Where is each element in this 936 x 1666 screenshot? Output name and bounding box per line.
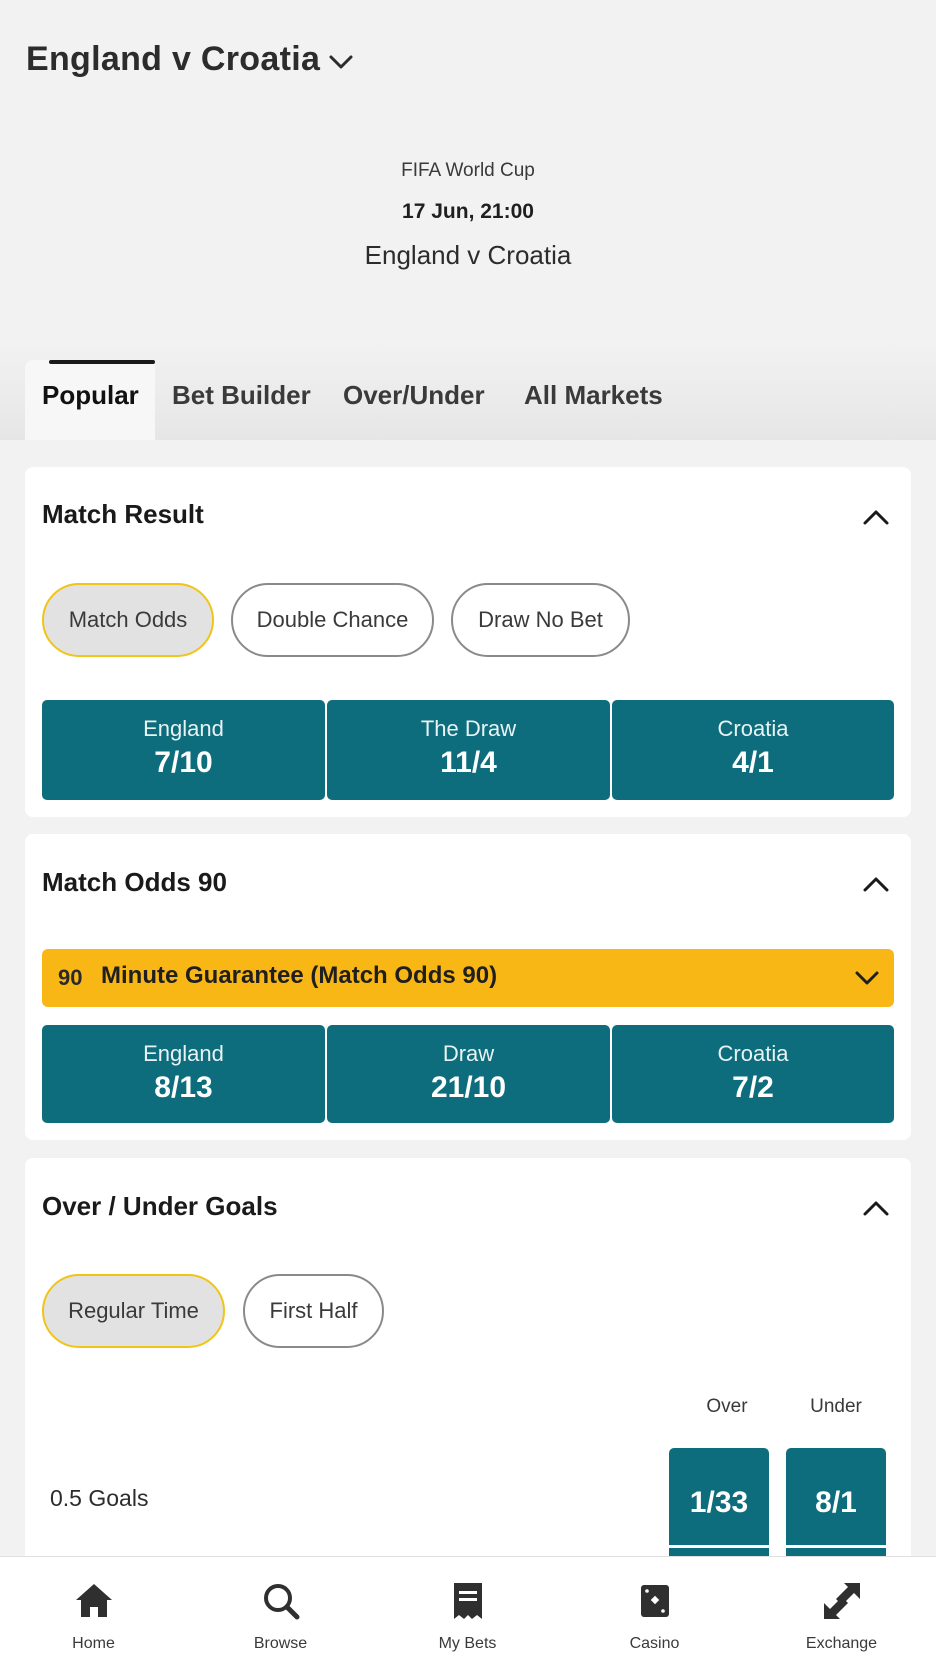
odds-button-england[interactable]: England 7/10 [42, 700, 325, 800]
nav-home[interactable]: Home [0, 1557, 187, 1666]
market-tabs: Popular Bet Builder Over/Under All Marke… [0, 340, 936, 440]
match-title[interactable]: England v Croatia [26, 40, 320, 79]
top-bar: England v Croatia [0, 0, 936, 120]
chevron-down-icon [855, 971, 879, 985]
column-header-under: Under [810, 1396, 862, 1417]
fixture-name: England v Croatia [364, 240, 572, 270]
nav-label: My Bets [438, 1635, 497, 1652]
selection-odds: 8/13 [154, 1071, 213, 1104]
selection-odds: 11/4 [440, 746, 497, 779]
active-tab-indicator [49, 360, 155, 364]
over-odds: 1/33 [689, 1486, 749, 1519]
match-odds-90-card: Match Odds 90 90 Minute Guarantee (Match… [25, 834, 911, 1140]
selection-name: England [143, 716, 224, 741]
selection-odds: 4/1 [732, 746, 774, 779]
button-divider [669, 1545, 769, 1548]
tab-all-markets[interactable]: All Markets [524, 380, 663, 411]
kickoff-time: 17 Jun, 21:00 [402, 200, 534, 223]
selection-odds: 7/2 [732, 1071, 774, 1104]
nav-label: Exchange [805, 1635, 878, 1652]
search-icon [264, 1584, 300, 1620]
nav-my-bets[interactable]: My Bets [374, 1557, 561, 1666]
selection-odds: 21/10 [430, 1071, 507, 1104]
odds-button-croatia[interactable]: Croatia 4/1 [612, 700, 894, 800]
odds-button-draw[interactable]: Draw 21/10 [327, 1025, 610, 1123]
over-odds-button[interactable]: 1/33 [669, 1448, 769, 1558]
tab-over-under[interactable]: Over/Under [343, 380, 485, 411]
filter-match-odds[interactable]: Match Odds [42, 583, 214, 657]
bottom-navigation: Home Browse My Bets Casino Exchange [0, 1556, 936, 1666]
bet-slip-icon [454, 1583, 482, 1619]
under-odds-button[interactable]: 8/1 [786, 1448, 886, 1558]
filter-first-half[interactable]: First Half [243, 1274, 384, 1348]
filter-regular-time[interactable]: Regular Time [42, 1274, 225, 1348]
chevron-up-icon[interactable] [861, 1198, 891, 1218]
exchange-icon [824, 1583, 860, 1619]
nav-browse[interactable]: Browse [187, 1557, 374, 1666]
home-icon [76, 1584, 112, 1617]
guarantee-text: Minute Guarantee (Match Odds 90) [101, 962, 498, 989]
card-title: Over / Under Goals [42, 1191, 278, 1221]
over-under-card: Over / Under Goals Regular Time First Ha… [25, 1158, 911, 1558]
nav-label: Home [72, 1635, 115, 1652]
nav-label: Browse [253, 1635, 308, 1652]
nav-casino[interactable]: Casino [561, 1557, 748, 1666]
chevron-up-icon[interactable] [861, 874, 891, 894]
nav-exchange[interactable]: Exchange [748, 1557, 935, 1666]
button-divider [786, 1545, 886, 1548]
competition-name: FIFA World Cup [401, 160, 535, 181]
selection-name: Croatia [717, 716, 789, 741]
column-header-over: Over [706, 1396, 748, 1417]
tab-bet-builder[interactable]: Bet Builder [172, 380, 311, 411]
selection-name: Draw [442, 1041, 495, 1066]
guarantee-badge: 90 [58, 965, 83, 990]
nav-label: Casino [629, 1635, 680, 1652]
odds-button-draw[interactable]: The Draw 11/4 [327, 700, 610, 800]
selection-name: England [143, 1041, 224, 1066]
under-odds: 8/1 [815, 1486, 857, 1519]
goals-line-label: 0.5 Goals [50, 1485, 149, 1511]
event-info: FIFA World Cup 17 Jun, 21:00 England v C… [0, 160, 936, 271]
filter-double-chance[interactable]: Double Chance [231, 583, 434, 657]
casino-icon [641, 1585, 669, 1617]
selection-name: Croatia [717, 1041, 789, 1066]
tab-popular[interactable]: Popular [25, 360, 155, 440]
guarantee-banner[interactable]: 90 Minute Guarantee (Match Odds 90) [42, 949, 894, 1007]
card-title: Match Odds 90 [42, 867, 227, 897]
odds-button-england[interactable]: England 8/13 [42, 1025, 325, 1123]
chevron-down-icon[interactable] [326, 48, 356, 76]
odds-button-croatia[interactable]: Croatia 7/2 [612, 1025, 894, 1123]
filter-draw-no-bet[interactable]: Draw No Bet [451, 583, 630, 657]
card-title: Match Result [42, 499, 204, 529]
chevron-up-icon[interactable] [861, 507, 891, 527]
match-result-card: Match Result Match Odds Double Chance Dr… [25, 467, 911, 817]
selection-name: The Draw [420, 716, 517, 741]
tab-label: Popular [42, 380, 139, 410]
selection-odds: 7/10 [154, 746, 213, 779]
